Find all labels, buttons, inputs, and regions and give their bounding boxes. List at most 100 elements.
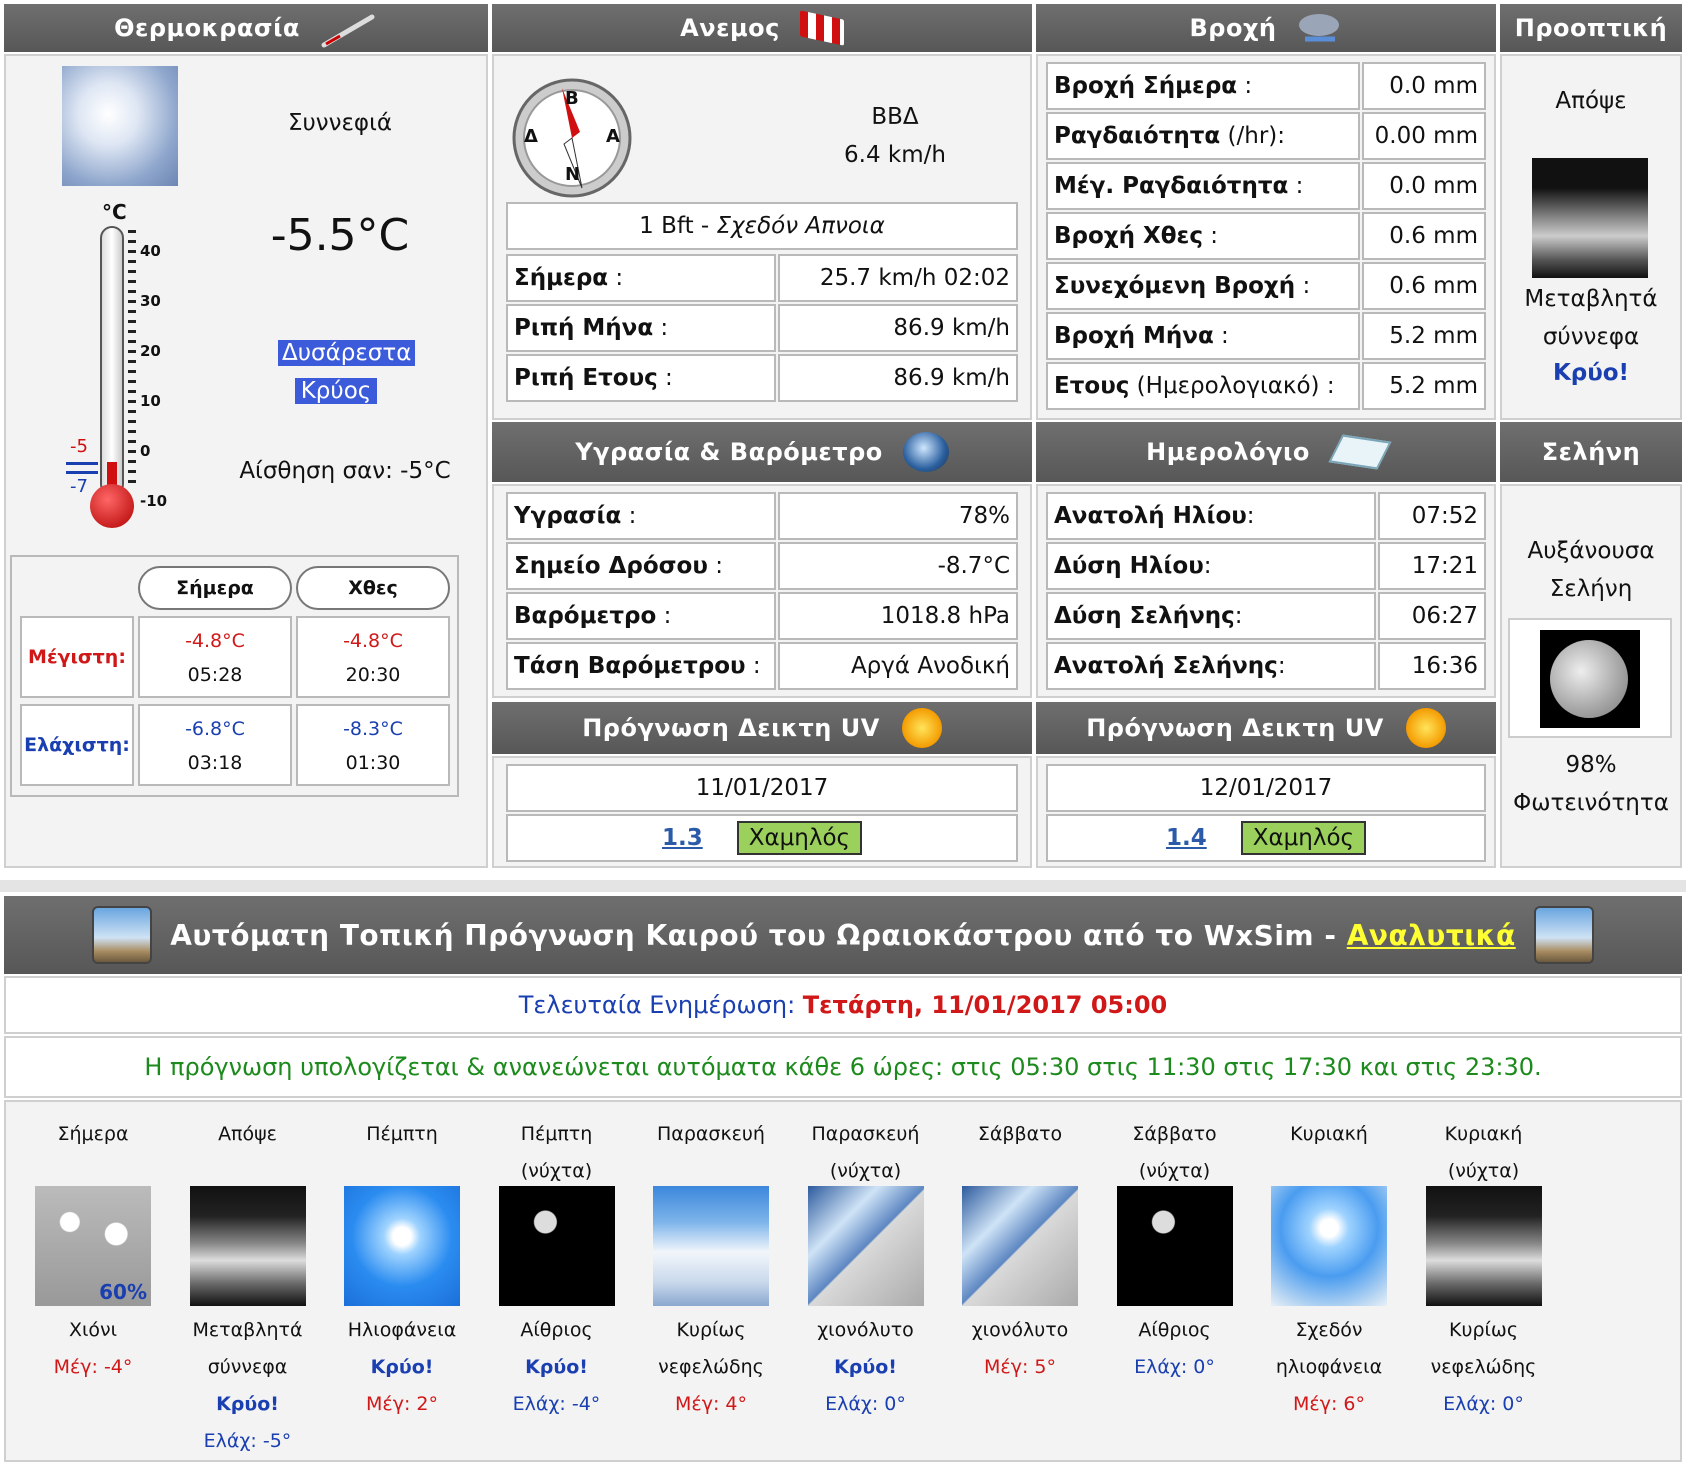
- humidity-header: Υγρασία & Βαρόμετρο: [492, 422, 1032, 482]
- forecast-snow-icon: 60%: [35, 1186, 151, 1306]
- forecast-sleet-icon: [807, 1186, 924, 1306]
- feels-like: Αίσθηση σαν: -5°C: [239, 458, 451, 484]
- wind-label: Ριπή Μήνα: [514, 315, 654, 341]
- rain-label-cell: Βροχή Μήνα :: [1046, 312, 1360, 360]
- forecast-condition: Σχεδόν: [1295, 1319, 1363, 1341]
- updated-value: Τετάρτη, 11/01/2017 05:00: [802, 991, 1168, 1019]
- uv-index-link-2[interactable]: 1.4: [1166, 825, 1207, 851]
- rain-label-cell: Βροχή Χθες :: [1046, 212, 1360, 260]
- forecast-day: Κυριακή (νύχτα): [1409, 1116, 1559, 1190]
- forecast-condition: Αίθριος: [1138, 1319, 1211, 1341]
- moon-illumination: 98%: [1565, 752, 1617, 778]
- forecast-day-name: Απόψε: [218, 1123, 277, 1145]
- forecast-day: Παρασκευή (νύχτα): [791, 1116, 941, 1190]
- moon-phase2: Σελήνη: [1549, 576, 1633, 602]
- forecast-night-clear-icon: [498, 1186, 615, 1306]
- forecast-note: Η πρόγνωση υπολογίζεται & ανανεώνεται αυ…: [4, 1036, 1682, 1098]
- sun-icon: [1405, 708, 1446, 748]
- forecast-title: Αυτόματη Τοπική Πρόγνωση Καιρού του Ωραι…: [170, 918, 1347, 952]
- wind-sep: :: [653, 315, 669, 341]
- rain-value: 0.6 mm: [1362, 262, 1486, 310]
- wind-label-cell: Σήμερα :: [506, 254, 776, 302]
- forecast-temp: Κρύο!: [834, 1356, 897, 1378]
- almanac-value: 17:21: [1378, 542, 1486, 590]
- max-row-label: Μέγιστη:: [20, 616, 134, 698]
- wind-direction: ΒΒΔ: [871, 104, 919, 130]
- forecast-day: Κυριακή: [1254, 1116, 1404, 1153]
- comfort-line2: Κρύος: [294, 378, 378, 404]
- forecast-day: Πέμπτη: [327, 1116, 477, 1153]
- uv-header-label-2: Πρόγνωση Δεικτη UV: [1086, 714, 1384, 742]
- wind-header-label: Ανεμος: [680, 14, 780, 42]
- rain-value: 0.0 mm: [1362, 62, 1486, 110]
- forecast-temp: Ελάχ: 0°: [1134, 1356, 1215, 1378]
- forecast-day: Παρασκευή: [636, 1116, 786, 1153]
- humidity-label: Υγρασία: [514, 503, 622, 529]
- rain-label-cell: Ραγδαιότητα (/hr):: [1046, 112, 1360, 160]
- forecast-day-sub: (νύχτα): [1447, 1160, 1520, 1182]
- today-min-value: -6.8°C: [185, 718, 245, 740]
- forecast-day-name: Σάββατο: [977, 1123, 1063, 1145]
- scale-label: -10: [140, 492, 168, 510]
- forecast-detail-link[interactable]: Αναλυτικά: [1347, 919, 1516, 952]
- forecast-day-sub: (νύχτα): [520, 1160, 593, 1182]
- uv-index-link-1[interactable]: 1.3: [662, 825, 703, 851]
- forecast-temp: Κρύο!: [370, 1356, 434, 1378]
- rain-sep: :: [1288, 173, 1304, 199]
- uv-header-label-1: Πρόγνωση Δεικτη UV: [582, 714, 880, 742]
- forecast-temp: Μέγ: -4°: [53, 1356, 133, 1378]
- forecast-day-sub: (νύχτα): [1138, 1160, 1211, 1182]
- forecast-day-sub: (νύχτα): [829, 1160, 902, 1182]
- compass-s: N: [565, 164, 581, 185]
- forecast-temp: Κρύο!: [525, 1356, 588, 1378]
- yesterday-column-header: Χθες: [296, 566, 450, 610]
- almanac-label: Ανατολή Ηλίου: [1054, 503, 1247, 529]
- current-temperature: -5.5°C: [270, 210, 410, 261]
- rain-header: Βροχή: [1036, 4, 1496, 52]
- almanac-header-label: Ημερολόγιο: [1146, 438, 1310, 466]
- moon-phase1: Αυξάνουσα: [1527, 538, 1655, 564]
- wind-value: 86.9 km/h: [778, 304, 1018, 352]
- uv-forecast-header-2: Πρόγνωση Δεικτη UV: [1036, 702, 1496, 754]
- wind-label-cell: Ριπή Μήνα :: [506, 304, 776, 352]
- forecast-night-cloud-icon: [189, 1186, 306, 1306]
- moon-illumination-label: Φωτεινότητα: [1513, 790, 1669, 816]
- humidity-value: Αργά Ανοδική: [778, 642, 1018, 690]
- uv-forecast-header-1: Πρόγνωση Δεικτη UV: [492, 702, 1032, 754]
- thermometer-bulb: [90, 484, 134, 528]
- comfort-badge-line2: Κρύος: [278, 378, 394, 404]
- forecast-day-detail: Σχεδόν ηλιοφάνεια: [1254, 1312, 1404, 1386]
- thermometer-unit: °C: [102, 200, 127, 224]
- forecast-day-name: Κυριακή: [1444, 1123, 1523, 1145]
- thermometer-ticks: [128, 230, 136, 490]
- forecast-day-name: Σάββατο: [1132, 1123, 1217, 1145]
- barometer-icon: [902, 432, 949, 472]
- compass-e: A: [606, 126, 620, 147]
- wind-sep: :: [608, 265, 624, 291]
- almanac-label-cell: Ανατολή Ηλίου:: [1046, 492, 1376, 540]
- uv-level-2: Χαμηλός: [1240, 821, 1367, 855]
- rain-value: 5.2 mm: [1362, 312, 1486, 360]
- today-column-header: Σήμερα: [138, 566, 292, 610]
- humidity-sep: :: [656, 603, 672, 629]
- beaufort-row: 1 Bft - Σχεδόν Απνοια: [506, 202, 1018, 250]
- sun-icon: [901, 708, 942, 748]
- forecast-temp: Μέγ: 5°: [984, 1356, 1056, 1378]
- forecast-condition-2: νεφελώδης: [658, 1356, 764, 1378]
- forecast-condition: Χιόνι: [68, 1319, 118, 1341]
- almanac-label-cell: Δύση Σελήνης:: [1046, 592, 1376, 640]
- beaufort-value: 1 Bft -: [639, 213, 717, 239]
- forecast-sleet-icon: [962, 1186, 1078, 1306]
- moon-icon: [1540, 630, 1640, 728]
- forecast-cloudy-icon: [653, 1186, 769, 1306]
- humidity-label-cell: Σημείο Δρόσου :: [506, 542, 776, 590]
- forecast-condition-2: νεφελώδης: [1430, 1356, 1537, 1378]
- rain-sep: :: [1202, 223, 1219, 249]
- forecast-temp: Ελάχ: -5°: [203, 1430, 292, 1452]
- forecast-day-detail: Ηλιοφάνεια: [327, 1312, 477, 1349]
- wind-label-cell: Ριπή Ετους :: [506, 354, 776, 402]
- forecast-day-name: Πέμπτη: [366, 1123, 438, 1145]
- forecast-temp: Ελάχ: -4°: [512, 1393, 601, 1415]
- rain-value: 0.0 mm: [1362, 162, 1486, 210]
- humidity-value: 1018.8 hPa: [778, 592, 1018, 640]
